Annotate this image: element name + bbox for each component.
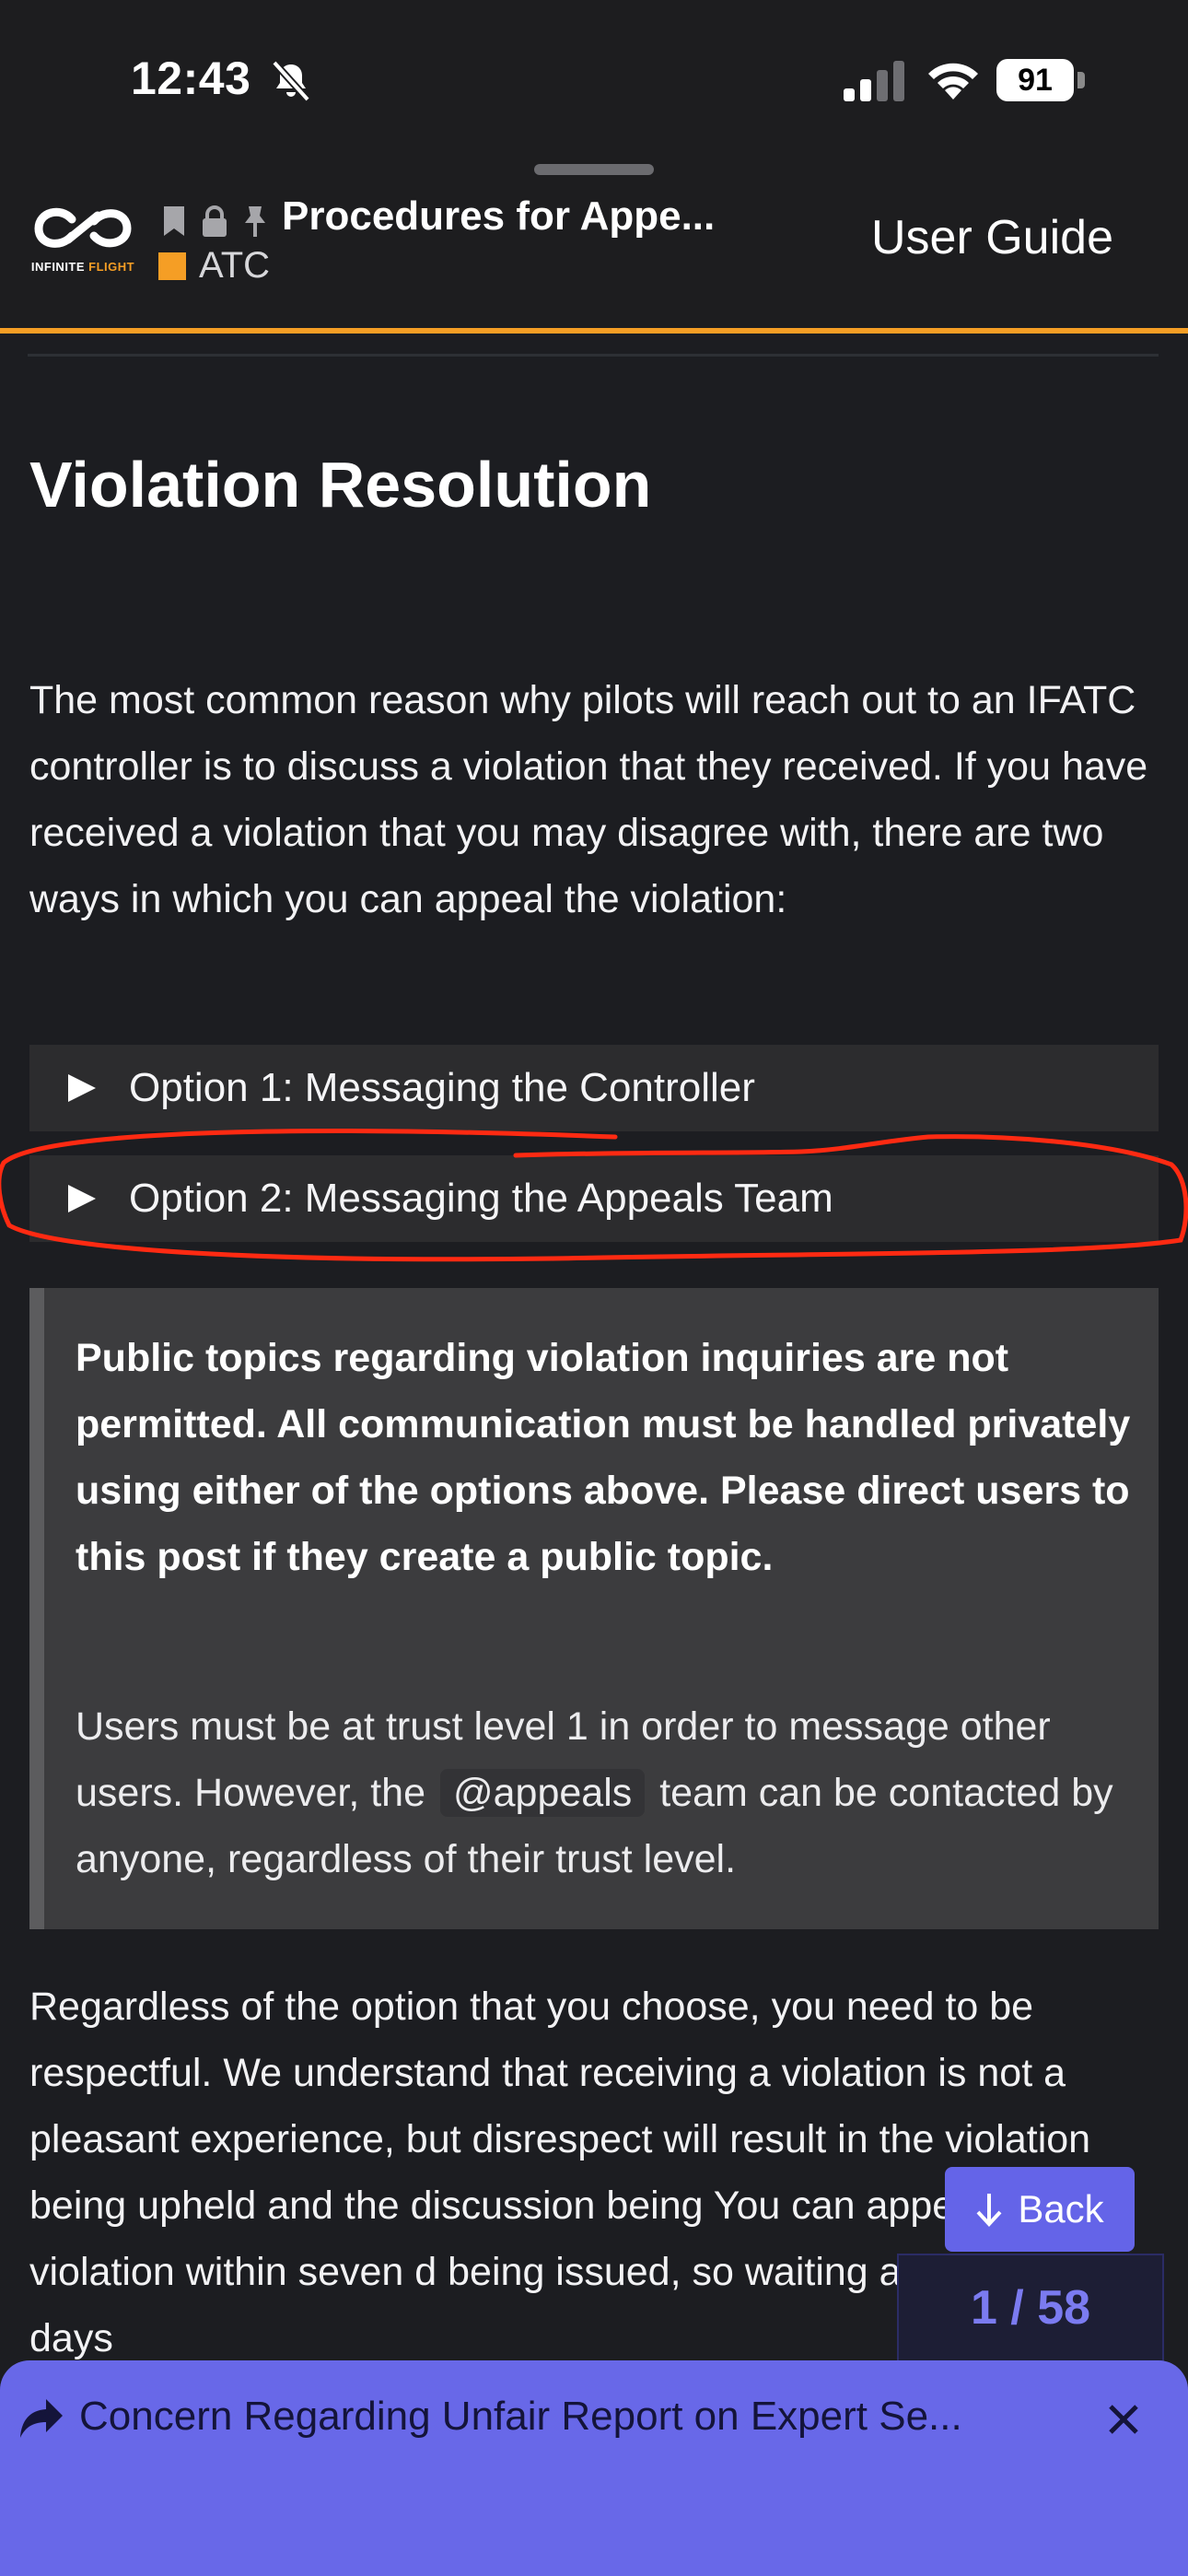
infinite-flight-logo-icon xyxy=(34,207,132,248)
intro-paragraph: The most common reason why pilots will r… xyxy=(29,678,1148,921)
category-badge[interactable]: ATC xyxy=(158,245,270,287)
status-time: 12:43 xyxy=(131,53,251,104)
cellular-signal-icon xyxy=(844,61,904,101)
category-name: ATC xyxy=(199,245,271,286)
topic-progress[interactable]: 1 / 58 xyxy=(897,2254,1164,2362)
topic-status-icons xyxy=(158,201,271,241)
status-bar: 12:43 91 xyxy=(0,0,1188,157)
battery-level: 91 xyxy=(996,59,1074,101)
share-arrow-icon xyxy=(20,2399,63,2438)
back-button[interactable]: Back xyxy=(945,2167,1135,2252)
close-icon[interactable] xyxy=(1105,2401,1142,2438)
progress-counter: 1 / 58 xyxy=(970,2281,1091,2335)
lock-icon xyxy=(203,205,227,237)
banner-topic-title[interactable]: Concern Regarding Unfair Report on Exper… xyxy=(79,2394,1055,2440)
divider xyxy=(28,354,1159,357)
bell-slash-icon xyxy=(272,60,310,102)
option-1-label: Option 1: Messaging the Controller xyxy=(129,1065,755,1110)
topic-header: INFINITE FLIGHT Procedures for Appe... A… xyxy=(0,157,1188,334)
section-heading: Violation Resolution xyxy=(29,449,652,521)
wifi-icon xyxy=(928,63,978,100)
category-color-swatch xyxy=(158,252,186,280)
arrow-down-icon xyxy=(976,2194,1002,2227)
user-guide-link[interactable]: User Guide xyxy=(871,210,1113,265)
disclosure-triangle-icon xyxy=(66,1072,98,1104)
battery-icon: 91 xyxy=(996,59,1085,101)
topic-title[interactable]: Procedures for Appe... xyxy=(282,193,779,240)
related-topic-banner[interactable]: Concern Regarding Unfair Report on Exper… xyxy=(0,2360,1188,2576)
bookmark-icon xyxy=(164,206,184,236)
back-label: Back xyxy=(1018,2187,1104,2231)
disclosure-triangle-icon xyxy=(66,1183,98,1214)
option-2-label: Option 2: Messaging the Appeals Team xyxy=(129,1176,833,1221)
appeals-mention[interactable]: @appeals xyxy=(439,1769,646,1817)
callout-body-text: Users must be at trust level 1 in order … xyxy=(76,1704,1113,1881)
option-2-toggle[interactable]: Option 2: Messaging the Appeals Team xyxy=(29,1155,1159,1242)
grab-handle[interactable] xyxy=(534,164,654,175)
notice-callout: Public topics regarding violation inquir… xyxy=(29,1288,1159,1929)
option-1-toggle[interactable]: Option 1: Messaging the Controller xyxy=(29,1045,1159,1131)
callout-strong-text: Public topics regarding violation inquir… xyxy=(76,1336,1131,1579)
site-logo[interactable]: INFINITE FLIGHT xyxy=(28,203,138,295)
pin-icon xyxy=(245,206,265,237)
